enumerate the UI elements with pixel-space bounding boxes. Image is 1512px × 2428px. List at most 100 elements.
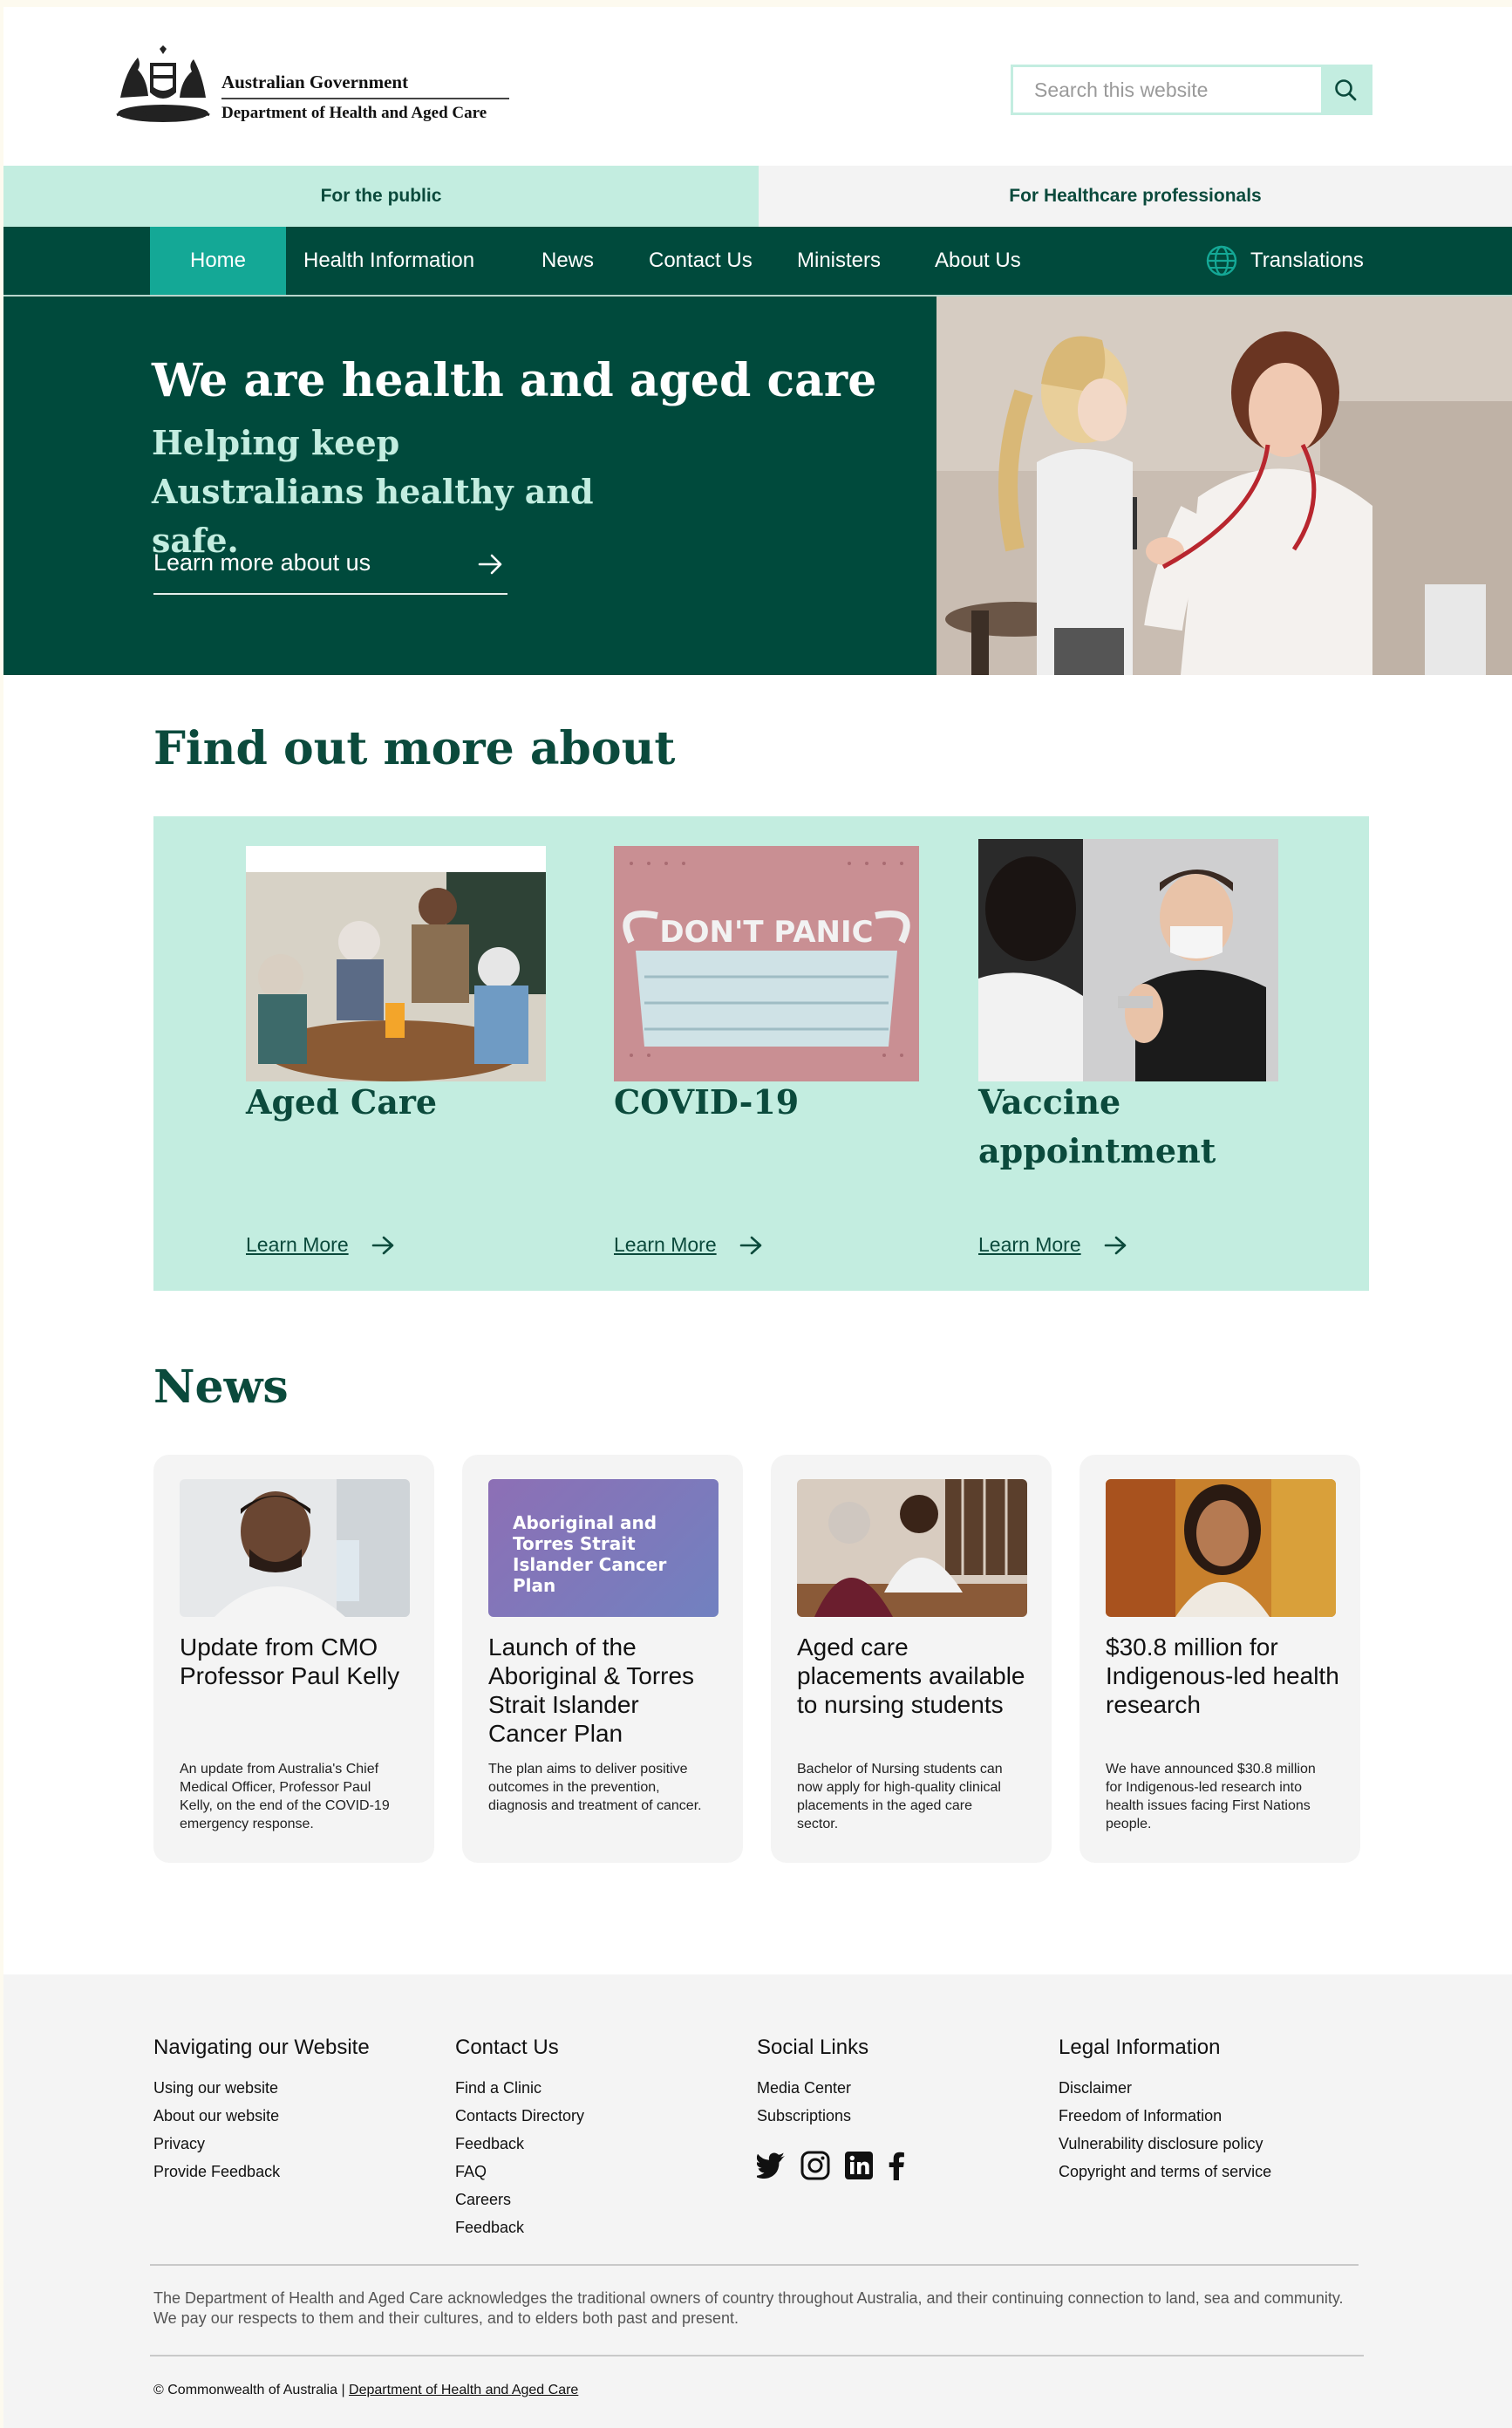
tab-for-the-public[interactable]: For the public <box>3 166 759 227</box>
dont-panic-text: DON'T PANIC <box>659 915 873 950</box>
hero-banner: We are health and aged care Helping keep… <box>3 297 1512 675</box>
news-woman-photo <box>1106 1479 1336 1617</box>
footer-link[interactable]: Contacts Directory <box>455 2102 584 2130</box>
department-name: Department of Health and Aged Care <box>221 104 487 122</box>
learn-more-label: Learn More <box>246 1233 349 1256</box>
news-nurse-photo <box>797 1479 1027 1617</box>
globe-icon <box>1206 245 1237 276</box>
card-covid-19[interactable]: DON'T PANIC COVID-19 Learn More <box>614 816 928 1291</box>
search-icon <box>1335 79 1357 101</box>
footer-column-navigating: Navigating our Website Using our website… <box>153 2036 370 2186</box>
footer-link[interactable]: Vulnerability disclosure policy <box>1059 2130 1271 2158</box>
linkedin-icon[interactable] <box>844 2151 874 2180</box>
footer-column-title: Navigating our Website <box>153 2036 370 2059</box>
footer-link[interactable]: Provide Feedback <box>153 2158 370 2186</box>
news-summary: Bachelor of Nursing students can now app… <box>797 1762 1003 1831</box>
vaccine-photo <box>978 839 1278 1081</box>
nav-item-contact-us[interactable]: Contact Us <box>649 227 753 295</box>
copyright-text: © Commonwealth of Australia | <box>153 2383 345 2397</box>
news-headline: Update from CMO Professor Paul Kelly <box>180 1633 400 1689</box>
footer-column-contact: Contact Us Find a Clinic Contacts Direct… <box>455 2036 584 2241</box>
nav-item-about-us[interactable]: About Us <box>935 227 1021 295</box>
twitter-icon[interactable] <box>757 2152 787 2179</box>
footer-link[interactable]: Using our website <box>153 2074 370 2102</box>
government-logo[interactable]: Australian Government Department of Heal… <box>112 45 521 129</box>
search-input[interactable] <box>1013 67 1323 113</box>
news-card-cancer-plan[interactable]: Aboriginal and Torres Strait Islander Ca… <box>462 1455 743 1863</box>
footer-divider <box>150 2355 1364 2356</box>
footer-link[interactable]: Find a Clinic <box>455 2074 584 2102</box>
news-title: News <box>153 1361 289 1414</box>
news-card-aged-care-placements[interactable]: Aged care placements available to nursin… <box>771 1455 1052 1863</box>
news-card-cmo-update[interactable]: Update from CMO Professor Paul Kelly An … <box>153 1455 434 1863</box>
footer-link[interactable]: Privacy <box>153 2130 370 2158</box>
footer-column-legal: Legal Information Disclaimer Freedom of … <box>1059 2036 1271 2186</box>
page: Australian Government Department of Heal… <box>3 7 1512 2428</box>
nav-item-ministers[interactable]: Ministers <box>797 227 881 295</box>
footer-link[interactable]: About our website <box>153 2102 370 2130</box>
translations-label: Translations <box>1250 249 1364 272</box>
learn-more-label: Learn More <box>978 1233 1081 1256</box>
covid-mask-photo: DON'T PANIC <box>614 846 919 1081</box>
news-summary: An update from Australia's Chief Medical… <box>180 1762 390 1831</box>
main-nav: Home Health Information News Contact Us … <box>3 227 1512 297</box>
card-aged-care[interactable]: Aged Care Learn More <box>246 816 560 1291</box>
nav-item-home[interactable]: Home <box>150 227 286 295</box>
learn-more-about-us-link[interactable]: Learn more about us <box>153 549 507 595</box>
card-heading-aged-care: Aged Care <box>246 1082 438 1122</box>
footer-link[interactable]: Disclaimer <box>1059 2074 1271 2102</box>
search-button[interactable] <box>1321 67 1370 113</box>
hero-doctor-child-photo <box>936 297 1512 675</box>
news-card-indigenous-research[interactable]: $30.8 million for Indigenous-led health … <box>1080 1455 1360 1863</box>
learn-more-link-covid-19[interactable]: Learn More <box>614 1233 764 1257</box>
news-scientist-photo <box>180 1479 410 1617</box>
card-heading-vaccine-appointment: Vaccine appointment <box>978 1082 1216 1170</box>
card-vaccine-appointment[interactable]: Vaccine appointment Learn More <box>978 816 1292 1291</box>
footer-column-title: Legal Information <box>1059 2036 1221 2059</box>
footer-link[interactable]: Feedback <box>455 2213 584 2241</box>
cancer-plan-banner-text: Aboriginal and Torres Strait Islander Ca… <box>513 1512 667 1596</box>
news-headline: $30.8 million for Indigenous-led health … <box>1106 1633 1339 1718</box>
audience-switcher: For the public For Healthcare profession… <box>3 166 1512 227</box>
footer-link[interactable]: Feedback <box>455 2130 584 2158</box>
news-summary: The plan aims to deliver positive outcom… <box>488 1762 702 1813</box>
social-icons <box>757 2151 905 2180</box>
acknowledgement-of-country: The Department of Health and Aged Care a… <box>153 2289 1344 2327</box>
learn-more-link-vaccine[interactable]: Learn More <box>978 1233 1128 1257</box>
hero-link-label: Learn more about us <box>153 549 371 576</box>
hero-title: We are health and aged care <box>152 354 877 407</box>
footer-link[interactable]: Subscriptions <box>757 2102 905 2130</box>
site-header: Australian Government Department of Heal… <box>3 7 1512 166</box>
footer-link[interactable]: FAQ <box>455 2158 584 2186</box>
copyright-department-link[interactable]: Department of Health and Aged Care <box>349 2383 578 2397</box>
tab-for-healthcare-professionals[interactable]: For Healthcare professionals <box>759 166 1512 227</box>
copyright: © Commonwealth of Australia | Department… <box>153 2383 578 2398</box>
footer-column-title: Contact Us <box>455 2036 559 2059</box>
government-name: Australian Government <box>221 72 409 92</box>
nav-item-health-information[interactable]: Health Information <box>303 227 474 295</box>
news-headline: Aged care placements available to nursin… <box>797 1633 1025 1718</box>
arrow-right-icon <box>1104 1236 1126 1254</box>
footer-column-title: Social Links <box>757 2036 869 2059</box>
nav-item-news[interactable]: News <box>541 227 594 295</box>
footer-link[interactable]: Freedom of Information <box>1059 2102 1271 2130</box>
hero-subtitle: Helping keep Australians healthy and saf… <box>152 423 594 560</box>
aged-care-photo <box>246 846 546 1081</box>
arrow-right-icon <box>478 554 502 575</box>
cancer-plan-banner: Aboriginal and Torres Strait Islander Ca… <box>488 1479 719 1617</box>
footer-link[interactable]: Careers <box>455 2186 584 2213</box>
coat-of-arms-icon <box>116 45 210 122</box>
news-summary: We have announced $30.8 million for Indi… <box>1106 1762 1316 1831</box>
instagram-icon[interactable] <box>800 2151 830 2180</box>
card-heading-covid-19: COVID-19 <box>614 1082 800 1122</box>
footer-link[interactable]: Media Center <box>757 2074 905 2102</box>
footer-link[interactable]: Copyright and terms of service <box>1059 2158 1271 2186</box>
arrow-right-icon <box>371 1236 393 1254</box>
facebook-icon[interactable] <box>888 2151 905 2180</box>
find-out-more-title: Find out more about <box>153 722 676 775</box>
footer-column-social: Social Links Media Center Subscriptions <box>757 2036 905 2180</box>
find-out-more-panel: Aged Care Learn More DON'T PANIC COVID-1… <box>153 816 1369 1291</box>
footer-divider <box>150 2264 1359 2266</box>
learn-more-link-aged-care[interactable]: Learn More <box>246 1233 396 1257</box>
translations-button[interactable]: Translations <box>1205 227 1364 295</box>
